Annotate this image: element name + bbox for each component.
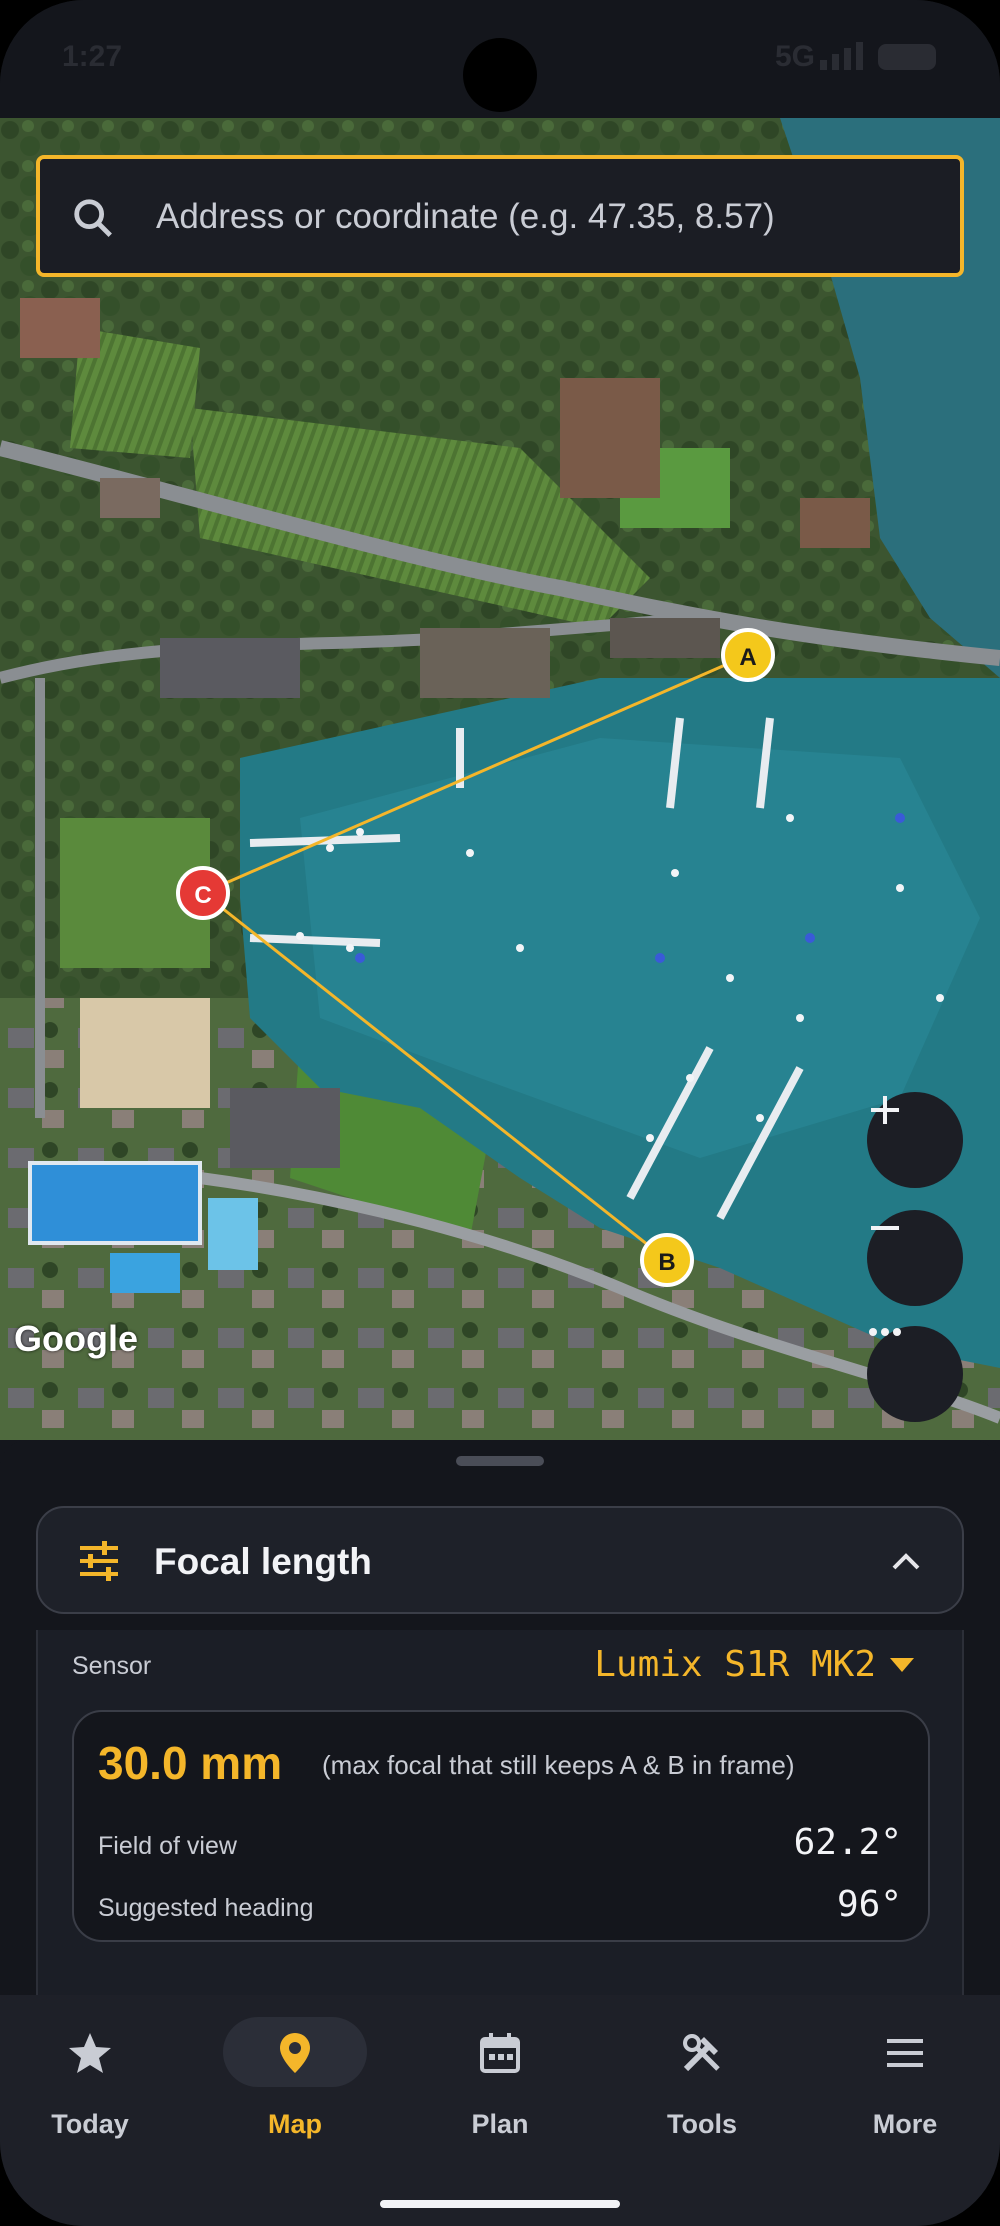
marker-b[interactable]: B <box>640 1233 694 1287</box>
search-placeholder: Address or coordinate (e.g. 47.35, 8.57) <box>156 197 775 236</box>
nav-item-today[interactable]: Today <box>0 2017 180 2147</box>
fov-value: 62.2° <box>793 1822 902 1863</box>
nav-item-plan[interactable]: Plan <box>410 2017 590 2147</box>
map-options-button[interactable] <box>867 1326 963 1422</box>
phone-screen: 1:27 5G A B C Google Address or coordina… <box>0 0 1000 2226</box>
more-horizontal-icon <box>869 1328 901 1336</box>
focal-length-note: (max focal that still keeps A & B in fra… <box>322 1750 795 1780</box>
nav-label-plan: Plan <box>471 2109 529 2139</box>
nav-label-today: Today <box>51 2109 129 2139</box>
marker-b-label: B <box>658 1249 675 1276</box>
marker-a-label: A <box>739 644 756 671</box>
nav-item-tools[interactable]: Tools <box>612 2017 792 2147</box>
marker-c-label: C <box>194 882 211 909</box>
signal-icon <box>820 42 863 70</box>
map-pin-icon <box>280 2033 310 2073</box>
chevron-up-icon[interactable] <box>886 1542 926 1582</box>
zoom-out-button[interactable] <box>867 1210 963 1306</box>
nav-item-map[interactable]: Map <box>205 2017 385 2147</box>
marker-c[interactable]: C <box>176 866 230 920</box>
camera-cutout <box>463 38 537 112</box>
home-indicator[interactable] <box>380 2200 620 2208</box>
tune-icon <box>80 1541 118 1581</box>
line-c-a <box>202 653 749 895</box>
focal-length-panel: Sensor Lumix S1R MK2 30.0 mm (max focal … <box>36 1630 964 1995</box>
accordion-title: Focal length <box>154 1541 372 1582</box>
sensor-label: Sensor <box>72 1652 152 1680</box>
minus-icon <box>871 1226 899 1230</box>
plus-icon <box>871 1096 899 1124</box>
heading-value: 96° <box>836 1884 902 1925</box>
nav-item-more[interactable]: More <box>815 2017 995 2147</box>
search-icon <box>74 199 112 237</box>
zoom-in-button[interactable] <box>867 1092 963 1188</box>
calendar-icon <box>480 2033 520 2073</box>
sensor-value: Lumix S1R MK2 <box>594 1644 876 1685</box>
line-c-b <box>202 891 668 1262</box>
bottom-sheet: Focal length Sensor Lumix S1R MK2 30.0 m… <box>0 1440 1000 1995</box>
sheet-drag-handle[interactable] <box>456 1456 544 1466</box>
nav-label-tools: Tools <box>667 2109 737 2139</box>
network-indicator: 5G <box>775 40 816 73</box>
focal-length-accordion[interactable]: Focal length <box>36 1506 964 1614</box>
map-view[interactable]: A B C Google <box>0 118 1000 1440</box>
search-input[interactable]: Address or coordinate (e.g. 47.35, 8.57) <box>36 155 964 277</box>
bottom-navigation: Today Map Plan Tools More <box>0 1995 1000 2226</box>
nav-label-more: More <box>872 2109 938 2139</box>
measurement-overlay: A B C <box>176 628 775 1287</box>
caret-down-icon <box>890 1657 914 1672</box>
nav-label-map: Map <box>268 2109 322 2139</box>
tools-icon <box>683 2034 720 2072</box>
status-bar: 1:27 5G <box>0 0 1000 118</box>
menu-icon <box>887 2039 923 2067</box>
battery-icon <box>878 44 936 70</box>
marker-a[interactable]: A <box>721 628 775 682</box>
focal-length-value: 30.0 mm <box>98 1737 283 1789</box>
fov-label: Field of view <box>98 1832 237 1860</box>
focal-result-card: 30.0 mm (max focal that still keeps A & … <box>72 1710 930 1942</box>
heading-label: Suggested heading <box>98 1894 314 1922</box>
google-attribution: Google <box>14 1318 138 1359</box>
sensor-dropdown[interactable]: Lumix S1R MK2 <box>594 1644 914 1685</box>
status-time: 1:27 <box>62 40 123 73</box>
star-icon <box>69 2033 111 2073</box>
